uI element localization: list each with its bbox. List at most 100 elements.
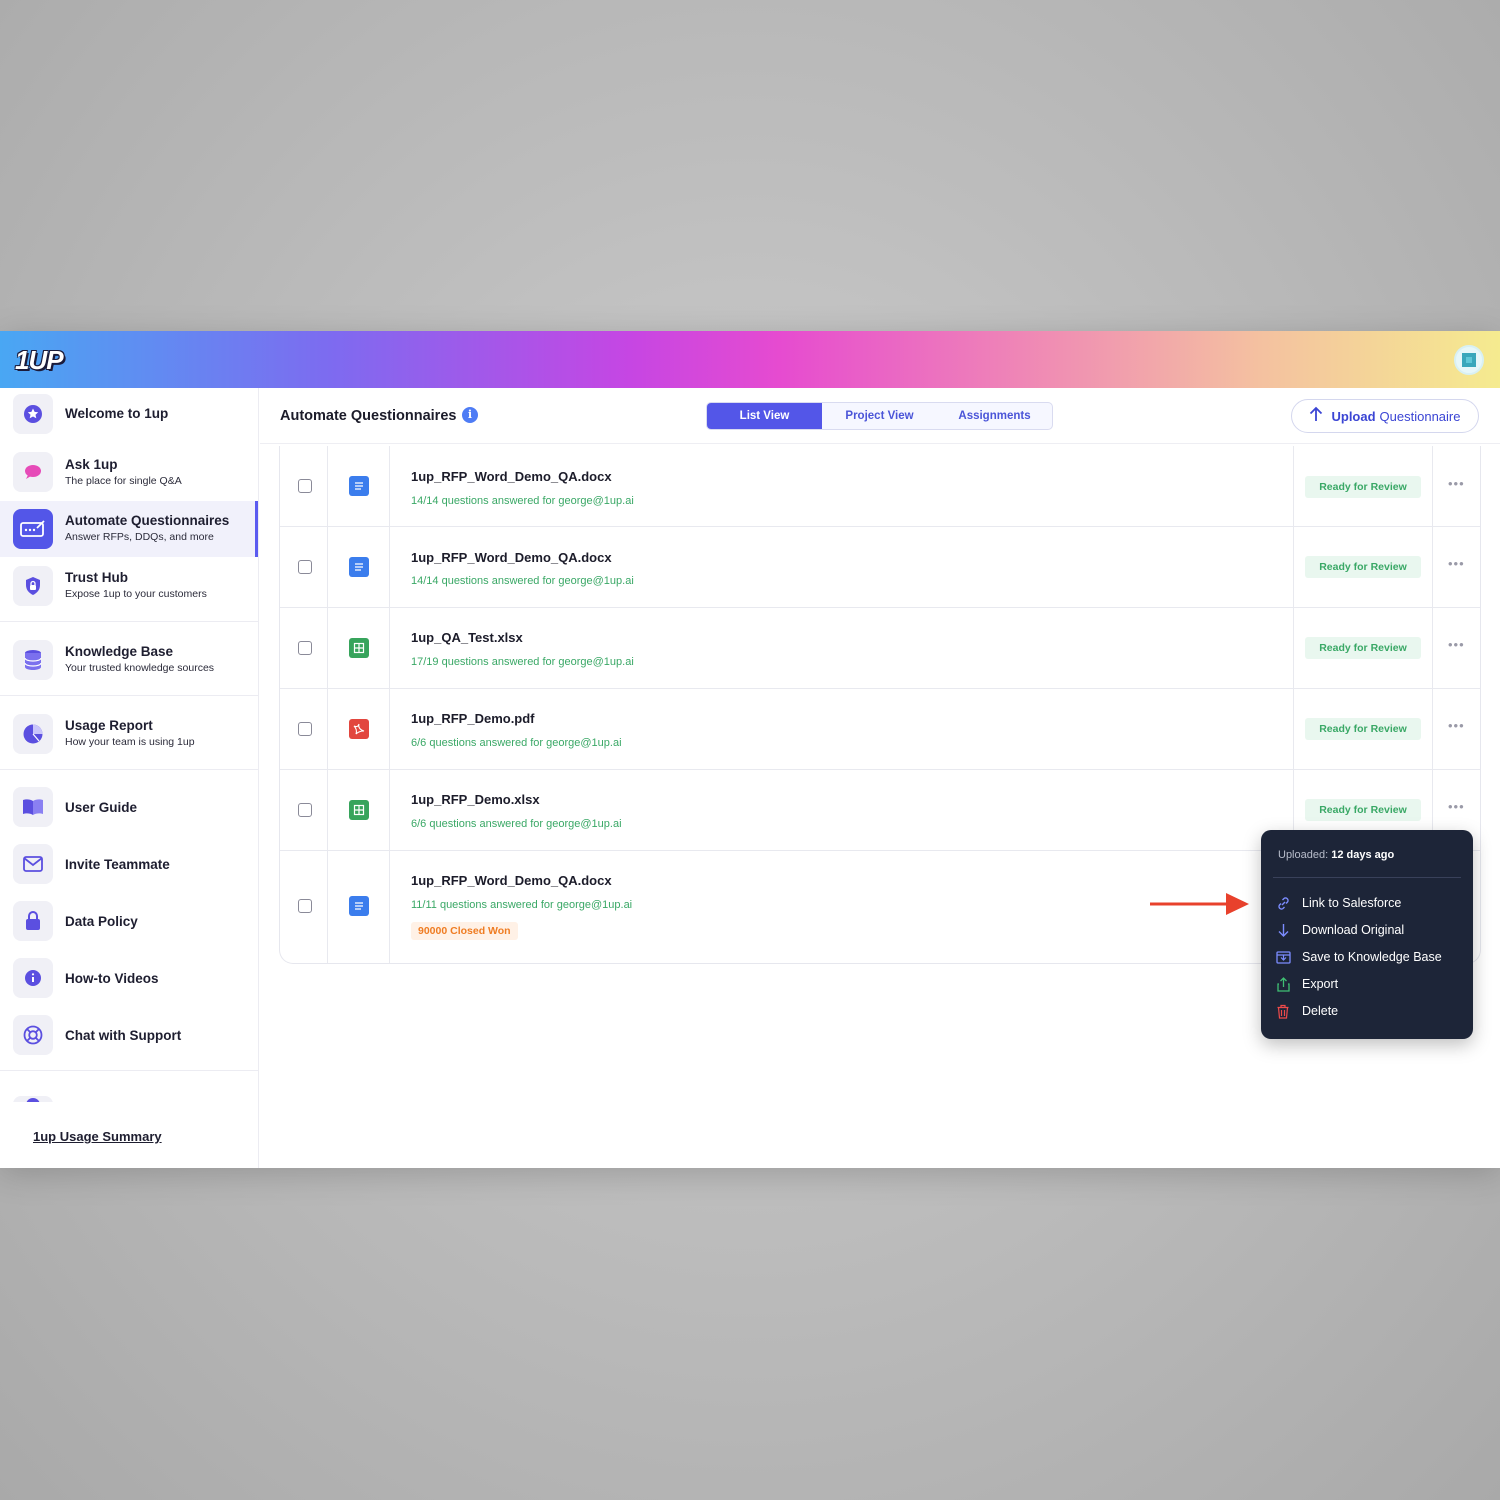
row-checkbox[interactable] <box>298 899 312 913</box>
more-options-button[interactable]: ••• <box>1448 556 1465 571</box>
upload-label-bold: Upload <box>1331 408 1376 424</box>
star-icon <box>13 394 53 434</box>
sidebar-item-usage-report[interactable]: Usage Report How your team is using 1up <box>0 706 258 762</box>
answered-count: 11/11 questions answered for george@1up.… <box>411 899 633 911</box>
column-divider <box>1293 608 1294 689</box>
export-icon <box>1275 976 1291 992</box>
column-divider <box>389 608 390 689</box>
more-options-button[interactable]: ••• <box>1448 476 1465 491</box>
sidebar-item-label: Ask 1up <box>65 457 118 472</box>
chat-bubble-icon <box>13 452 53 492</box>
sidebar-item-label: Invite Teammate <box>65 857 170 872</box>
spreadsheet-file-icon <box>349 800 369 820</box>
column-divider <box>1432 446 1433 527</box>
sidebar-item-invite[interactable]: Invite Teammate <box>0 840 258 888</box>
app-logo[interactable]: 1UP <box>15 345 64 376</box>
row-checkbox[interactable] <box>298 803 312 817</box>
header-divider <box>260 443 1500 444</box>
column-divider <box>389 446 390 527</box>
spreadsheet-file-icon <box>349 638 369 658</box>
status-badge: Ready for Review <box>1305 476 1421 498</box>
sidebar-item-chat-support[interactable]: Chat with Support <box>0 1011 258 1059</box>
table-row[interactable]: 1up_RFP_Word_Demo_QA.docx 14/14 question… <box>280 527 1480 608</box>
info-icon[interactable]: i <box>462 407 478 423</box>
sidebar-divider <box>0 621 258 622</box>
more-options-button[interactable]: ••• <box>1448 718 1465 733</box>
sidebar-divider <box>0 695 258 696</box>
pie-chart-icon <box>13 714 53 754</box>
uploaded-label: Uploaded: <box>1278 849 1329 861</box>
sidebar-item-automate[interactable]: Automate Questionnaires Answer RFPs, DDQ… <box>0 501 258 557</box>
column-divider <box>1432 608 1433 689</box>
sidebar-item-user-guide[interactable]: User Guide <box>0 783 258 831</box>
sidebar-item-label: Welcome to 1up <box>65 406 169 421</box>
sidebar-item-label: Usage Report <box>65 718 153 733</box>
tab-assignments[interactable]: Assignments <box>937 403 1052 429</box>
deal-badge: 90000 Closed Won <box>411 922 518 940</box>
file-name[interactable]: 1up_RFP_Demo.pdf <box>411 711 535 726</box>
answered-count: 17/19 questions answered for george@1up.… <box>411 656 634 668</box>
column-divider <box>327 770 328 851</box>
file-name[interactable]: 1up_RFP_Word_Demo_QA.docx <box>411 550 612 565</box>
column-divider <box>1293 689 1294 770</box>
sidebar-item-label: How-to Videos <box>65 971 159 986</box>
row-checkbox[interactable] <box>298 479 312 493</box>
doc-file-icon <box>349 896 369 916</box>
book-icon <box>13 787 53 827</box>
row-checkbox[interactable] <box>298 560 312 574</box>
sidebar-item-label: Automate Questionnaires <box>65 513 230 528</box>
uploaded-value: 12 days ago <box>1331 849 1395 861</box>
more-options-button[interactable]: ••• <box>1448 637 1465 652</box>
table-row[interactable]: 1up_RFP_Word_Demo_QA.docx 14/14 question… <box>280 446 1480 527</box>
sidebar-item-subtitle: Expose 1up to your customers <box>65 588 207 600</box>
sidebar-item-label: Trust Hub <box>65 570 128 585</box>
row-checkbox[interactable] <box>298 641 312 655</box>
questionnaire-icon <box>13 509 53 549</box>
menu-item-export[interactable]: Export <box>1275 974 1465 994</box>
row-checkbox[interactable] <box>298 722 312 736</box>
menu-item-download-original[interactable]: Download Original <box>1275 920 1465 940</box>
status-badge: Ready for Review <box>1305 637 1421 659</box>
sidebar-item-knowledge-base[interactable]: Knowledge Base Your trusted knowledge so… <box>0 632 258 688</box>
sidebar-item-how-to-videos[interactable]: How-to Videos <box>0 954 258 1002</box>
usage-summary-link[interactable]: 1up Usage Summary <box>33 1129 162 1144</box>
link-icon <box>1275 895 1291 911</box>
uploaded-info: Uploaded: 12 days ago <box>1278 849 1394 861</box>
table-row[interactable]: 1up_RFP_Demo.pdf 6/6 questions answered … <box>280 689 1480 770</box>
save-icon <box>1275 949 1291 965</box>
column-divider <box>1432 689 1433 770</box>
sidebar-item-welcome[interactable]: Welcome to 1up <box>0 388 258 440</box>
sidebar: Welcome to 1up Ask 1up The place for sin… <box>0 388 259 1168</box>
table-row[interactable]: 1up_QA_Test.xlsx 17/19 questions answere… <box>280 608 1480 689</box>
column-divider <box>1432 527 1433 608</box>
menu-item-label: Export <box>1302 977 1339 991</box>
red-arrow-icon <box>1150 893 1249 915</box>
tab-project-view[interactable]: Project View <box>822 403 937 429</box>
column-divider <box>389 851 390 963</box>
column-divider <box>1293 446 1294 527</box>
tab-list-view[interactable]: List View <box>707 403 822 429</box>
more-options-button[interactable]: ••• <box>1448 799 1465 814</box>
partial-sidebar-icon <box>13 1096 53 1102</box>
sidebar-item-trust-hub[interactable]: Trust Hub Expose 1up to your customers <box>0 558 258 614</box>
file-name[interactable]: 1up_RFP_Word_Demo_QA.docx <box>411 873 612 888</box>
file-name[interactable]: 1up_QA_Test.xlsx <box>411 630 523 645</box>
menu-item-delete[interactable]: Delete <box>1275 1001 1465 1021</box>
file-name[interactable]: 1up_RFP_Demo.xlsx <box>411 792 540 807</box>
menu-item-link-salesforce[interactable]: Link to Salesforce <box>1275 893 1465 913</box>
app-window: 1UP Welcome to 1up Ask 1up The place for… <box>0 331 1500 1168</box>
sidebar-item-subtitle: Answer RFPs, DDQs, and more <box>65 531 214 543</box>
file-name[interactable]: 1up_RFP_Word_Demo_QA.docx <box>411 469 612 484</box>
menu-item-save-knowledge-base[interactable]: Save to Knowledge Base <box>1275 947 1465 967</box>
trash-icon <box>1275 1003 1291 1019</box>
info-circle-icon <box>13 958 53 998</box>
upload-questionnaire-button[interactable]: Upload Questionnaire <box>1291 399 1479 433</box>
sidebar-item-ask[interactable]: Ask 1up The place for single Q&A <box>0 445 258 499</box>
menu-divider <box>1273 877 1461 878</box>
user-avatar[interactable] <box>1454 345 1484 375</box>
sidebar-item-data-policy[interactable]: Data Policy <box>0 897 258 945</box>
sidebar-item-label: Knowledge Base <box>65 644 174 659</box>
lock-icon <box>13 901 53 941</box>
column-divider <box>389 770 390 851</box>
shield-lock-icon <box>13 566 53 606</box>
